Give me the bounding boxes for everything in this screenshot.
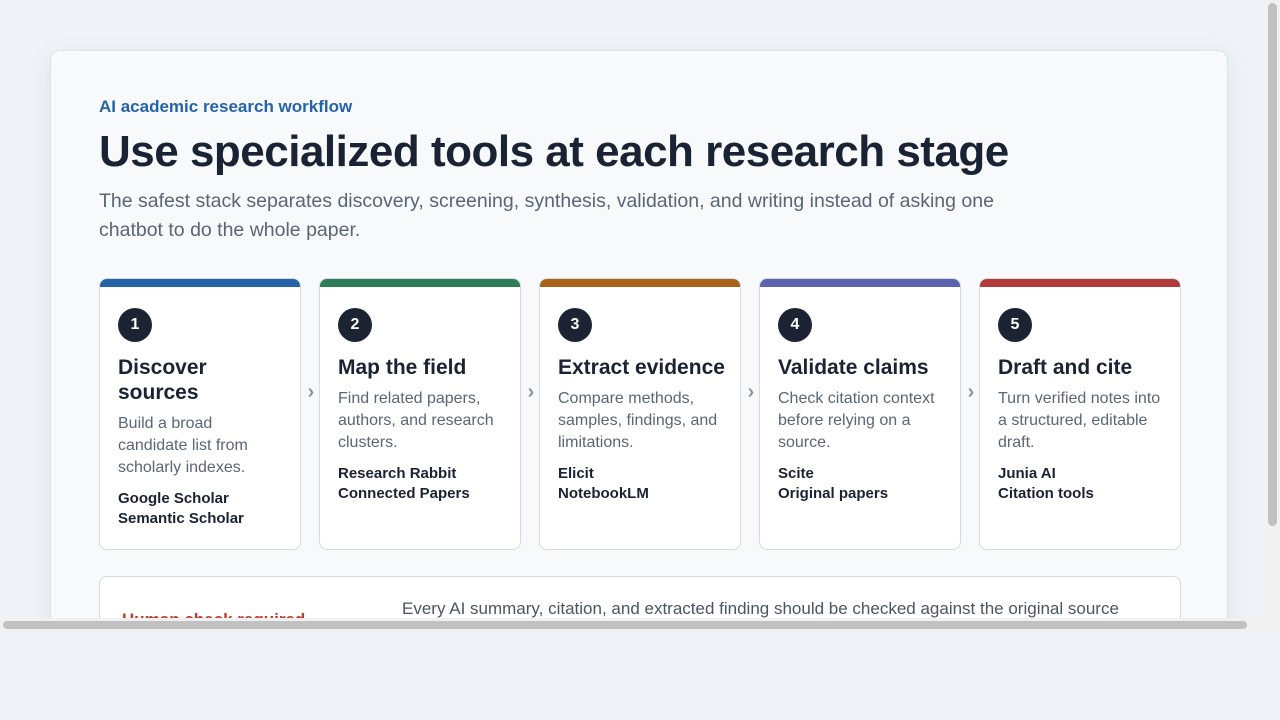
step-description: Check citation context before relying on… — [778, 390, 935, 451]
step-tool: Google Scholar — [118, 490, 229, 507]
step-number-badge: 1 — [118, 308, 152, 342]
step-accent-bar — [100, 279, 300, 287]
workflow-steps: 1 Discover sources Build a broad candida… — [99, 278, 1181, 550]
notice-label: Human check required — [122, 610, 305, 618]
chevron-right-icon: › — [747, 381, 755, 403]
vertical-scrollbar-thumb[interactable] — [1268, 3, 1277, 526]
chevron-right-icon: › — [307, 381, 315, 403]
step-tool: Scite — [778, 465, 814, 482]
step-card-map: 2 Map the field Find related papers, aut… — [319, 278, 521, 550]
step-card-discover: 1 Discover sources Build a broad candida… — [99, 278, 301, 550]
step-title: Discover sources — [118, 356, 207, 404]
horizontal-scrollbar-thumb[interactable] — [3, 621, 1247, 629]
step-title: Extract evidence — [558, 356, 725, 379]
horizontal-scrollbar[interactable] — [0, 618, 1265, 632]
step-description: Build a broad candidate list from schola… — [118, 415, 248, 476]
eyebrow-label: AI academic research workflow — [99, 97, 353, 116]
step-card-validate: 4 Validate claims Check citation context… — [759, 278, 961, 550]
step-accent-bar — [320, 279, 520, 287]
page-viewport: AI academic research workflow Use specia… — [0, 0, 1265, 618]
step-tool: Original papers — [778, 485, 889, 502]
step-description: Compare methods, samples, findings, and … — [558, 390, 718, 451]
step-accent-bar — [760, 279, 960, 287]
step-tool: Junia AI — [998, 465, 1056, 482]
step-tool: NotebookLM — [558, 485, 649, 502]
step-description: Find related papers, authors, and resear… — [338, 390, 494, 451]
chevron-right-icon: › — [967, 381, 975, 403]
step-accent-bar — [540, 279, 740, 287]
human-check-notice: Human check required Every AI summary, c… — [99, 576, 1181, 618]
step-number-badge: 4 — [778, 308, 812, 342]
notice-text: Every AI summary, citation, and extracte… — [402, 599, 1119, 618]
step-tool: Elicit — [558, 465, 594, 482]
step-title: Map the field — [338, 356, 467, 379]
workflow-card: AI academic research workflow Use specia… — [50, 50, 1228, 618]
page-subtitle: The safest stack separates discovery, sc… — [99, 190, 994, 241]
step-accent-bar — [980, 279, 1180, 287]
step-tool: Citation tools — [998, 485, 1094, 502]
step-title: Validate claims — [778, 356, 929, 379]
page-title: Use specialized tools at each research s… — [99, 127, 1009, 176]
chevron-right-icon: › — [527, 381, 535, 403]
step-tool: Semantic Scholar — [118, 510, 244, 527]
step-tool: Connected Papers — [338, 485, 470, 502]
step-number-badge: 2 — [338, 308, 372, 342]
step-number-badge: 3 — [558, 308, 592, 342]
step-description: Turn verified notes into a structured, e… — [998, 390, 1161, 451]
step-title: Draft and cite — [998, 356, 1133, 379]
step-card-extract: 3 Extract evidence Compare methods, samp… — [539, 278, 741, 550]
step-number-badge: 5 — [998, 308, 1032, 342]
step-tool: Research Rabbit — [338, 465, 457, 482]
vertical-scrollbar[interactable] — [1265, 0, 1280, 632]
step-card-draft: 5 Draft and cite Turn verified notes int… — [979, 278, 1181, 550]
